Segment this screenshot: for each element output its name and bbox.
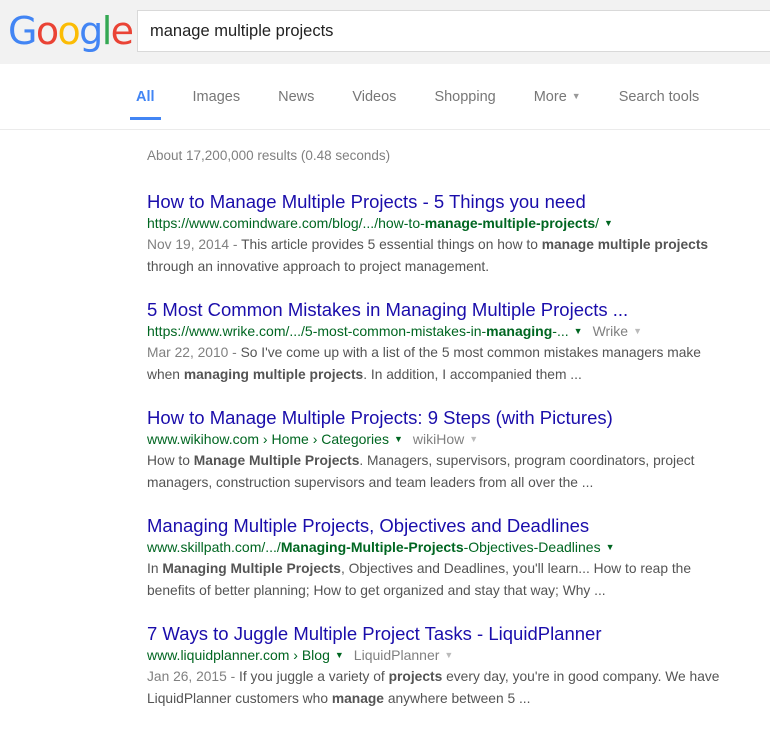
search-box[interactable] [137,10,770,52]
result-title-link[interactable]: 7 Ways to Juggle Multiple Project Tasks … [147,622,747,645]
result-url-highlight: Managing-Multiple-Projects [280,539,464,556]
tab-label: News [278,89,315,105]
result-list: How to Manage Multiple Projects - 5 Thin… [147,190,747,730]
site-options-chevron-down-icon[interactable]: ▼ [633,325,642,337]
site-options-chevron-down-icon[interactable]: ▼ [469,433,478,445]
result-title-link[interactable]: Managing Multiple Projects, Objectives a… [147,514,747,537]
result-site-name: LiquidPlanner [353,647,440,664]
logo-letter-e-5: e [110,9,134,53]
search-tabs: All Images News Videos Shopping More ▼ Search t… [130,89,737,120]
result-options-chevron-down-icon[interactable]: ▼ [394,433,403,445]
result-url-row: www.wikihow.com › Home › Categories ▼ wiki… [147,430,747,449]
tab-shopping[interactable]: Shopping [434,89,495,120]
search-result: 5 Most Common Mistakes in Managing Multi… [147,298,747,385]
logo-letter-l-4: l [101,9,113,53]
result-url-link[interactable]: https://www.wrike.com/.../5-most-common-… [147,323,569,339]
result-site-name: wikiHow [412,431,465,448]
result-options-chevron-down-icon[interactable]: ▼ [574,325,583,337]
result-options-chevron-down-icon[interactable]: ▼ [606,541,615,553]
result-title-link[interactable]: How to Manage Multiple Projects - 5 Thin… [147,190,747,213]
google-logo[interactable]: Google [8,9,134,53]
result-url-highlight: manage-multiple-projects [424,215,596,232]
snippet-highlight: Manage Multiple Projects [193,453,360,469]
result-url-link[interactable]: www.skillpath.com/.../Managing-Multiple-… [147,539,601,555]
tab-search-tools[interactable]: Search tools [619,89,700,120]
logo-letter-o-2: o [57,9,81,53]
tab-label: Shopping [434,89,496,105]
site-options-chevron-down-icon[interactable]: ▼ [444,649,453,661]
result-options-chevron-down-icon[interactable]: ▼ [335,649,344,661]
tab-videos[interactable]: Videos [352,89,396,120]
snippet-highlight: manage multiple projects [541,237,709,253]
result-options-chevron-down-icon[interactable]: ▼ [604,217,613,229]
logo-letter-o-1: o [35,9,59,53]
search-result: How to Manage Multiple Projects: 9 Steps… [147,406,747,493]
result-url-highlight: managing [486,323,553,340]
result-title-link[interactable]: 5 Most Common Mistakes in Managing Multi… [147,298,747,321]
snippet-highlight: manage [331,690,384,706]
tab-label: More [533,89,567,105]
result-title-link[interactable]: How to Manage Multiple Projects: 9 Steps… [147,406,747,429]
result-site-name: Wrike [592,323,629,340]
result-date: Nov 19, 2014 - [147,237,242,253]
snippet-highlight: managing multiple projects [183,366,364,382]
result-snippet: How to Manage Multiple Projects. Manager… [147,453,695,490]
tab-all[interactable]: All [130,89,160,120]
result-snippet: In Managing Multiple Projects, Objective… [147,561,692,598]
result-date: Mar 22, 2010 - [147,345,241,361]
result-snippet: Jan 26, 2015 - If you juggle a variety o… [147,669,720,706]
result-url-link[interactable]: www.wikihow.com › Home › Categories [147,431,389,447]
search-result: How to Manage Multiple Projects - 5 Thin… [147,190,747,277]
result-url-row: https://www.wrike.com/.../5-most-common-… [147,322,747,341]
result-url-row: www.liquidplanner.com › Blog ▼ LiquidPlann… [147,646,747,665]
chevron-down-icon: ▼ [571,91,581,101]
result-url-link[interactable]: www.liquidplanner.com › Blog [147,647,330,663]
snippet-highlight: Managing Multiple Projects [162,561,341,577]
tab-images[interactable]: Images [193,89,241,120]
result-date: Jan 26, 2015 - [147,669,240,685]
search-result: Managing Multiple Projects, Objectives a… [147,514,747,601]
tab-label: Videos [352,89,397,105]
logo-letter-g-0: G [8,9,37,53]
result-url-row: www.skillpath.com/.../Managing-Multiple-… [147,538,747,557]
search-input[interactable] [150,11,770,51]
tab-label: All [136,89,155,105]
tab-label: Search tools [618,89,700,105]
result-url-link[interactable]: https://www.comindware.com/blog/.../how-… [147,215,599,231]
page-header: Google [0,0,770,64]
result-snippet: Nov 19, 2014 - This article provides 5 e… [147,237,709,274]
result-stats: About 17,200,000 results (0.48 seconds) [147,148,391,163]
result-url-row: https://www.comindware.com/blog/.../how-… [147,214,747,233]
tab-news[interactable]: News [278,89,314,120]
tab-label: Images [192,89,241,105]
logo-letter-g-3: g [79,9,103,53]
snippet-highlight: projects [388,669,443,685]
search-nav-bar: All Images News Videos Shopping More ▼ Search t… [0,64,770,130]
search-result: 7 Ways to Juggle Multiple Project Tasks … [147,622,747,709]
result-snippet: Mar 22, 2010 - So I've come up with a li… [147,345,701,382]
tab-more[interactable]: More ▼ [534,89,581,120]
